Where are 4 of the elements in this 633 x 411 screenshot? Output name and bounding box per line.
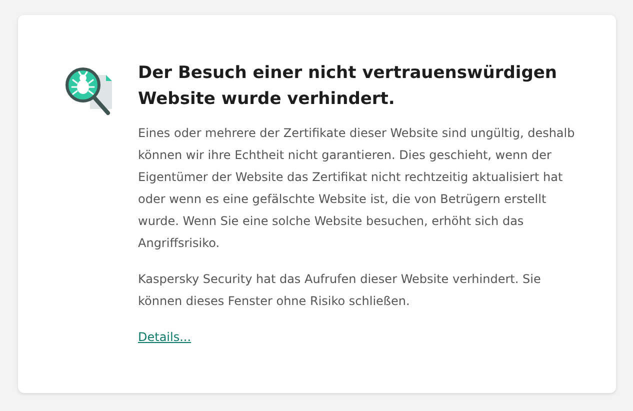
message-paragraph: Eines oder mehrere der Zertifikate dieser Website sind ungültig, deshalb können wir ihre Echtheit nicht garantieren. Dies geschieht, wenn der Eigentümer der Website das Zertifikat nicht rechtzeitig aktualisiert hat oder wenn es eine gefälschte Website ist, die von Betrügern erstellt wurde. Wenn Sie eine solche Website besuchen, erhöht sich das Angriffsrisiko.: [138, 125, 576, 252]
details-link[interactable]: Details...: [138, 330, 192, 344]
alert-title: Der Besuch einer nicht vertrauenswürdigen Website wurde verhindert.: [138, 62, 558, 111]
message-paragraph: Kaspersky Security hat das Aufrufen dieser Website verhindert. Sie können dieses Fenster ohne Risiko schließen.: [138, 271, 542, 310]
